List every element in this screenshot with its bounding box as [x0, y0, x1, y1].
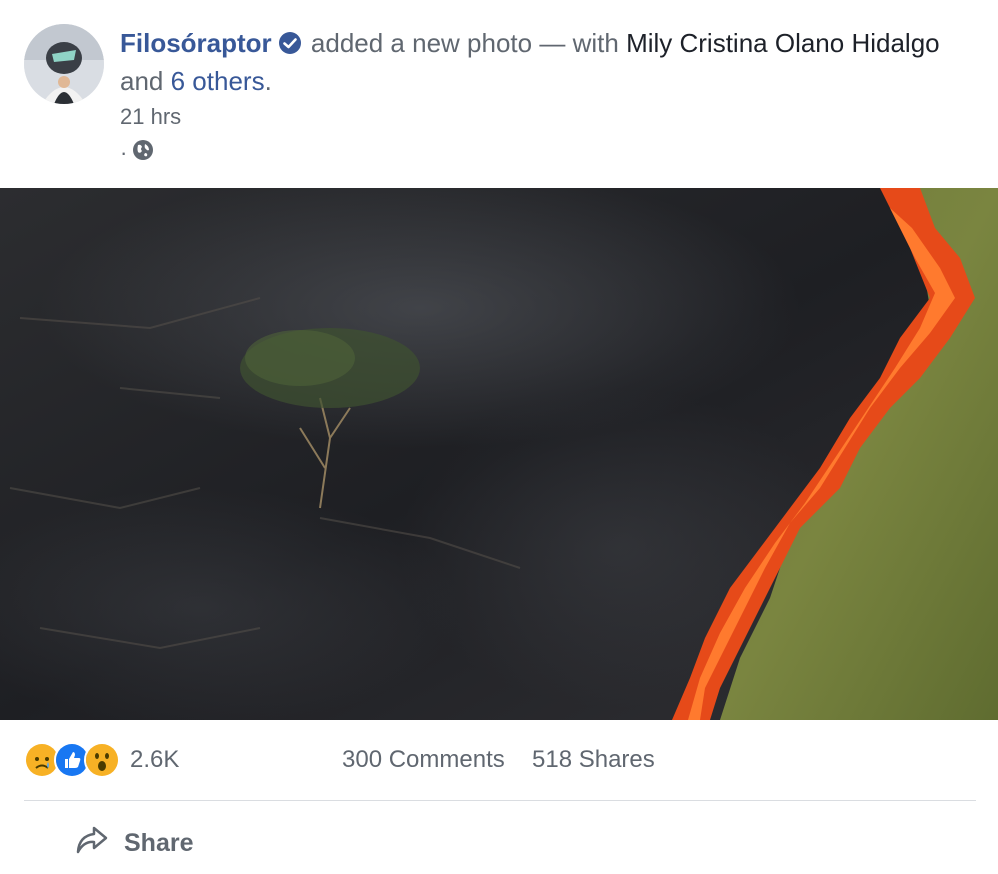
author-avatar[interactable] — [24, 24, 104, 104]
reaction-count[interactable]: 2.6K — [130, 746, 179, 774]
privacy-dot: · — [120, 140, 128, 165]
author-name[interactable]: Filosóraptor — [120, 28, 272, 58]
post-action: added a new photo — [310, 28, 533, 58]
share-button[interactable]: Share — [74, 818, 193, 868]
tagged-person[interactable]: Mily Cristina Olano Hidalgo — [626, 28, 940, 58]
globe-icon — [131, 138, 155, 168]
share-arrow-icon — [74, 824, 110, 863]
post-header: Filosóraptor added a new photo — with Mi… — [0, 0, 998, 188]
avatar-image — [24, 24, 104, 104]
privacy-indicator[interactable]: · — [120, 138, 155, 168]
engagement-bar: 2.6K 300 Comments 518 Shares — [24, 736, 974, 784]
with-word: with — [572, 28, 619, 58]
separator: — — [539, 28, 566, 58]
and-word: and — [120, 66, 164, 96]
post-timestamp[interactable]: 21 hrs — [120, 104, 181, 130]
shares-count[interactable]: 518 Shares — [532, 746, 655, 774]
share-label: Share — [124, 828, 194, 857]
post-headline: Filosóraptor added a new photo — with Mi… — [120, 24, 970, 100]
tagged-others-link[interactable]: 6 others — [171, 66, 265, 96]
post-photo[interactable] — [0, 188, 998, 720]
wow-reaction-icon — [84, 742, 120, 778]
reaction-icons[interactable] — [24, 742, 120, 778]
comments-count[interactable]: 300 Comments — [342, 746, 505, 774]
period: . — [264, 66, 272, 96]
verified-badge-icon — [278, 27, 302, 54]
divider — [24, 800, 976, 801]
